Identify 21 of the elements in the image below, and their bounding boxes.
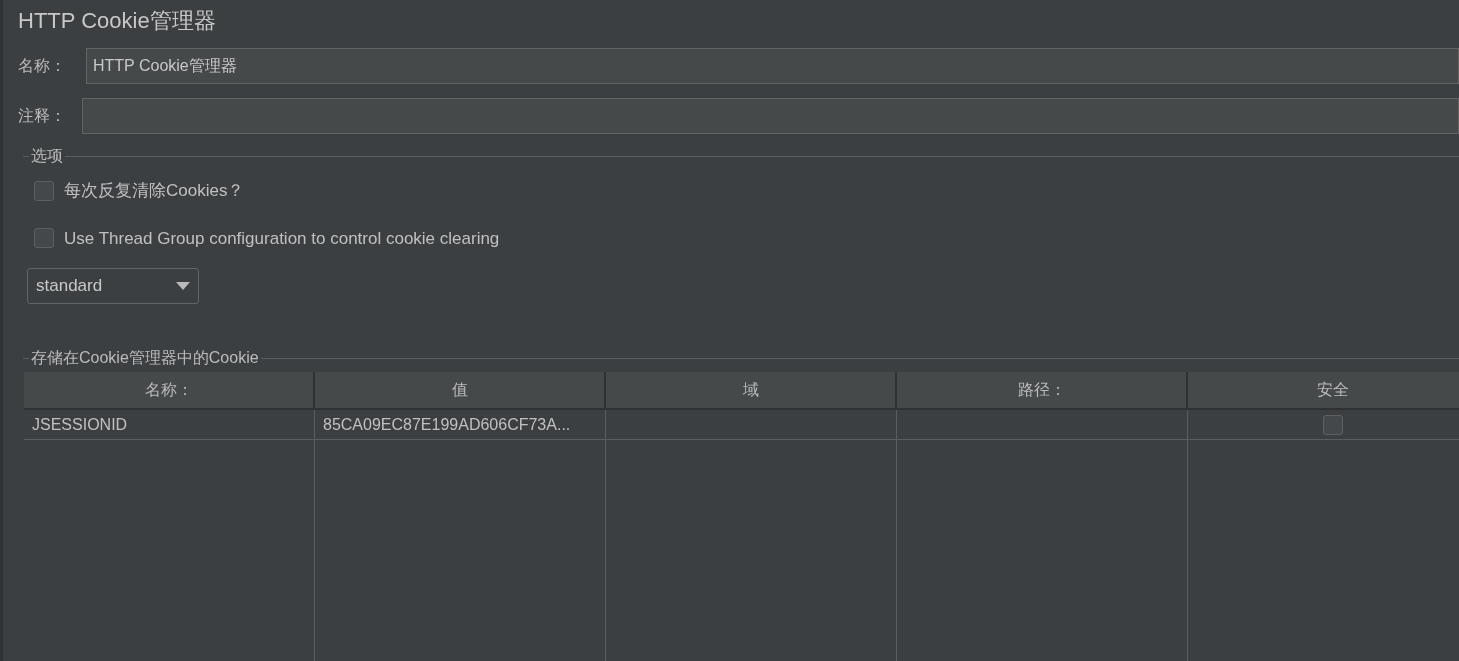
checkbox-label: Use Thread Group configuration to control cookie clearing: [64, 227, 500, 250]
table-cell: JSESSIONID: [24, 410, 315, 439]
column-header[interactable]: 路径：: [897, 372, 1188, 408]
name-field[interactable]: HTTP Cookie管理器: [86, 48, 1459, 84]
checkbox[interactable]: [34, 180, 54, 201]
options-legend: 选项: [29, 144, 65, 168]
caret-icon: [176, 282, 190, 290]
checkbox[interactable]: [34, 228, 54, 249]
secure-checkbox[interactable]: [1323, 414, 1343, 435]
table-cell: 85CA09EC87E199AD606CF73A...: [315, 410, 606, 439]
policy-dropdown[interactable]: standard: [27, 268, 199, 304]
panel-title: HTTP Cookie管理器: [18, 7, 217, 35]
column-header[interactable]: 安全: [1188, 372, 1459, 408]
checkbox-label: 每次反复清除Cookies？: [64, 180, 245, 202]
column-header[interactable]: 值: [315, 372, 606, 408]
column-header[interactable]: 域: [606, 372, 897, 408]
comment-label: 注释：: [18, 106, 67, 126]
cookies-legend: 存储在Cookie管理器中的Cookie: [29, 346, 261, 370]
comment-field[interactable]: [82, 98, 1459, 134]
name-label: 名称：: [18, 56, 67, 76]
column-header[interactable]: 名称：: [24, 372, 315, 408]
